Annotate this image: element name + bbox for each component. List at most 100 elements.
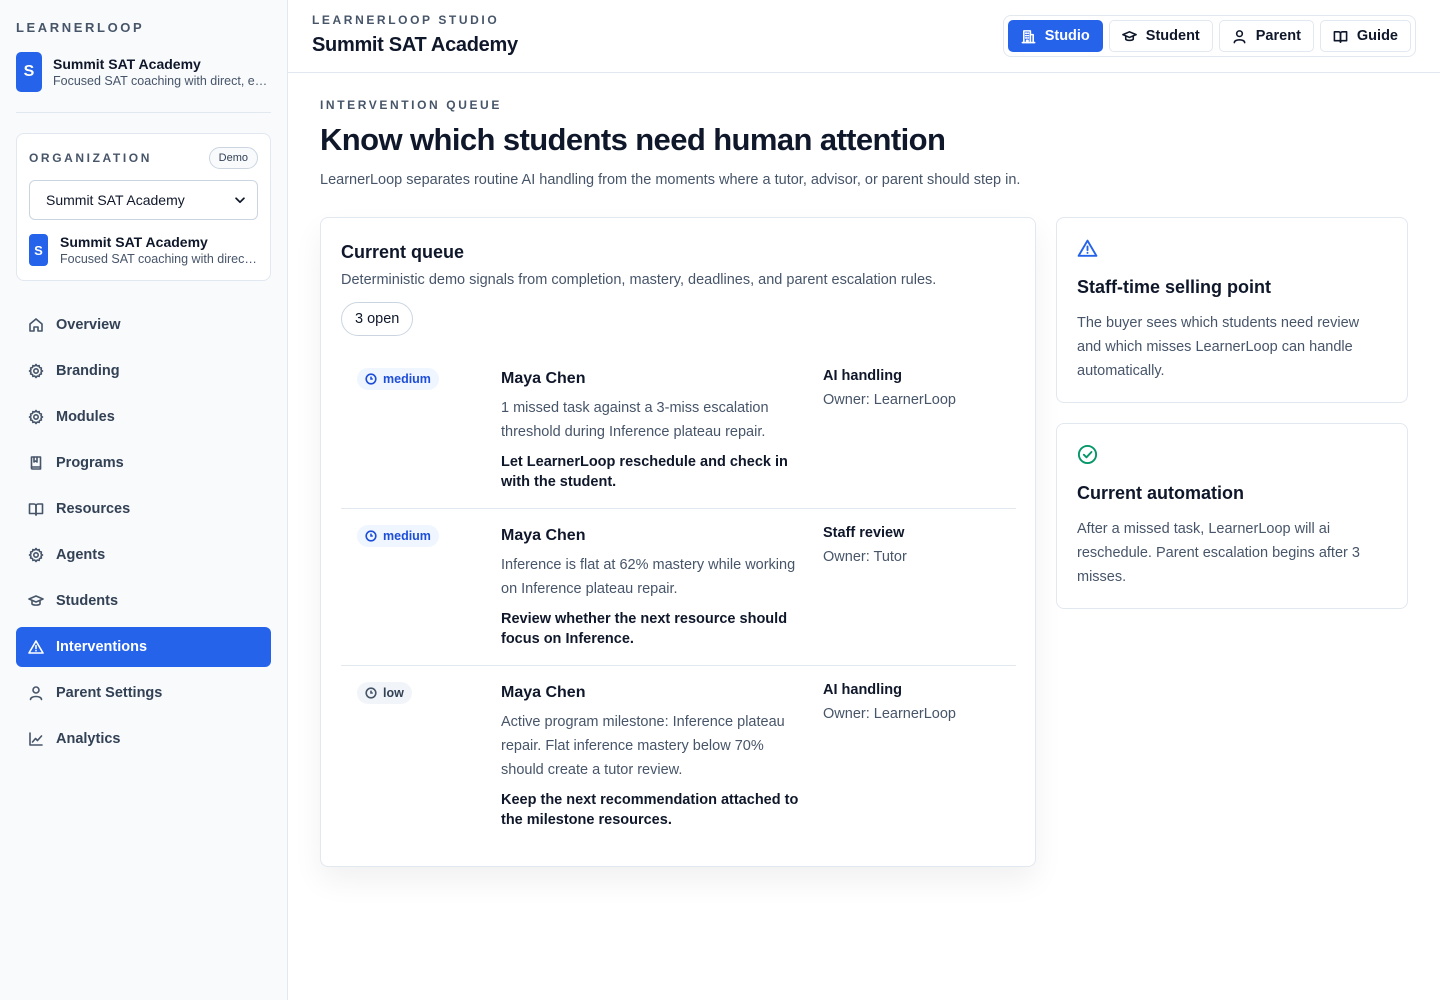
sidebar-item-label: Agents xyxy=(56,547,106,563)
sidebar-item-interventions[interactable]: Interventions xyxy=(16,627,271,667)
header-title: Summit SAT Academy xyxy=(312,34,518,56)
student-name: Maya Chen xyxy=(501,684,586,701)
queue-row: medium Maya Chen Inference is flat at 62… xyxy=(341,509,1016,666)
sidebar-item-agents[interactable]: Agents xyxy=(16,535,271,575)
intervention-reason: 1 missed task against a 3-miss escalatio… xyxy=(501,400,769,440)
recommended-action: Keep the next recommendation attached to… xyxy=(501,792,799,828)
graduation-cap-icon xyxy=(28,595,44,606)
sidebar-item-label: Resources xyxy=(56,501,131,517)
sidebar-item-modules[interactable]: Modules xyxy=(16,397,271,437)
current-automation-card: Current automation After a missed task, … xyxy=(1056,423,1408,609)
book-open-icon xyxy=(1333,30,1348,43)
organization-summary-description: Focused SAT coaching with direc… xyxy=(60,252,257,266)
sidebar-item-label: Interventions xyxy=(56,639,148,655)
book-closed-icon xyxy=(30,456,42,470)
org-avatar-small: S xyxy=(29,234,48,266)
sidebar-item-students[interactable]: Students xyxy=(16,581,271,621)
organization-label: ORGANIZATION xyxy=(29,151,152,165)
open-count-badge: 3 open xyxy=(341,302,414,336)
handling-mode: AI handling xyxy=(823,368,902,384)
graduation-cap-icon xyxy=(1121,30,1137,41)
org-header: S Summit SAT Academy Focused SAT coachin… xyxy=(16,52,272,92)
student-name: Maya Chen xyxy=(501,370,586,387)
side-card-title: Current automation xyxy=(1077,483,1245,503)
severity-badge: low xyxy=(357,682,412,704)
mode-label: Studio xyxy=(1044,28,1090,44)
severity-label: low xyxy=(383,686,404,700)
check-circle-icon xyxy=(1077,444,1098,465)
recommended-action: Let LearnerLoop reschedule and check in … xyxy=(501,454,788,490)
side-card-body: After a missed task, LearnerLoop will ai… xyxy=(1077,521,1360,585)
organization-select-value: Summit SAT Academy xyxy=(46,192,185,208)
page-title: Know which students need human attention xyxy=(320,122,946,157)
sidebar-item-label: Analytics xyxy=(56,731,121,747)
sidebar-item-label: Programs xyxy=(56,455,124,471)
sidebar-item-programs[interactable]: Programs xyxy=(16,443,271,483)
mode-switcher: Studio Student Parent Guide xyxy=(1002,15,1416,57)
owner-label: Owner: Tutor xyxy=(823,549,907,565)
student-name: Maya Chen xyxy=(501,527,586,544)
sidebar-nav: Overview Branding Modules Programs Resou… xyxy=(16,305,271,765)
sidebar-item-parent-settings[interactable]: Parent Settings xyxy=(16,673,271,713)
staff-time-card: Staff-time selling point The buyer sees … xyxy=(1056,217,1408,403)
sidebar-item-branding[interactable]: Branding xyxy=(16,351,271,391)
organization-select[interactable]: Summit SAT Academy xyxy=(29,180,258,220)
recommended-action: Review whether the next resource should … xyxy=(501,611,788,647)
owner-label: Owner: LearnerLoop xyxy=(823,706,956,722)
organization-card: ORGANIZATION Demo Summit SAT Academy S S… xyxy=(16,133,271,281)
section-eyebrow: INTERVENTION QUEUE xyxy=(320,98,502,112)
severity-badge: medium xyxy=(357,525,439,547)
mode-label: Guide xyxy=(1356,28,1398,44)
handling-mode: Staff review xyxy=(823,525,905,541)
clock-icon xyxy=(365,687,377,699)
mode-label: Student xyxy=(1145,28,1200,44)
current-queue-card: Current queue Deterministic demo signals… xyxy=(320,217,1036,867)
organization-summary: S Summit SAT Academy Focused SAT coachin… xyxy=(29,234,258,266)
sidebar-item-label: Overview xyxy=(56,317,121,333)
side-card-body: The buyer sees which students need revie… xyxy=(1077,315,1360,379)
mode-student-button[interactable]: Student xyxy=(1108,20,1213,52)
warning-triangle-icon xyxy=(1077,239,1098,257)
building-icon xyxy=(1021,29,1036,43)
sidebar: LEARNERLOOP S Summit SAT Academy Focused… xyxy=(0,0,288,1000)
queue-row: medium Maya Chen 1 missed task against a… xyxy=(341,358,1016,509)
severity-label: medium xyxy=(383,529,431,543)
mode-guide-button[interactable]: Guide xyxy=(1319,20,1411,52)
org-name: Summit SAT Academy xyxy=(53,56,201,72)
owner-label: Owner: LearnerLoop xyxy=(823,392,956,408)
demo-badge: Demo xyxy=(208,147,258,169)
user-icon xyxy=(29,686,43,701)
sidebar-item-label: Students xyxy=(56,593,119,609)
sidebar-item-label: Parent Settings xyxy=(56,685,163,701)
page-subtitle: LearnerLoop separates routine AI handlin… xyxy=(320,172,1021,188)
mode-parent-button[interactable]: Parent xyxy=(1218,20,1314,52)
queue-title: Current queue xyxy=(341,242,465,262)
severity-label: medium xyxy=(383,372,431,386)
sidebar-item-resources[interactable]: Resources xyxy=(16,489,271,529)
intervention-reason: Inference is flat at 62% mastery while w… xyxy=(501,557,796,597)
sidebar-item-overview[interactable]: Overview xyxy=(16,305,271,345)
studio-eyebrow: LEARNERLOOP STUDIO xyxy=(312,13,500,27)
mode-studio-button[interactable]: Studio xyxy=(1007,20,1103,52)
line-chart-icon xyxy=(29,732,43,746)
top-bar: LEARNERLOOP STUDIO Summit SAT Academy St… xyxy=(288,0,1440,73)
sidebar-item-label: Modules xyxy=(56,409,115,425)
clock-icon xyxy=(365,373,377,385)
org-avatar: S xyxy=(16,52,42,92)
gear-icon xyxy=(28,547,44,563)
org-header-text: Summit SAT Academy Focused SAT coaching … xyxy=(53,56,269,88)
user-icon xyxy=(1233,29,1246,43)
gear-icon xyxy=(28,363,44,379)
handling-mode: AI handling xyxy=(823,682,902,698)
organization-summary-name: Summit SAT Academy xyxy=(60,234,208,250)
side-card-title: Staff-time selling point xyxy=(1077,277,1272,297)
org-description: Focused SAT coaching with direct, e… xyxy=(53,74,268,88)
queue-subtitle: Deterministic demo signals from completi… xyxy=(341,272,937,288)
clock-icon xyxy=(365,530,377,542)
queue-row: low Maya Chen Active program milestone: … xyxy=(341,666,1016,846)
book-open-icon xyxy=(28,503,44,516)
sidebar-item-label: Branding xyxy=(56,363,120,379)
chevron-down-icon xyxy=(235,197,245,204)
brand-wordmark: LEARNERLOOP xyxy=(16,20,145,35)
sidebar-item-analytics[interactable]: Analytics xyxy=(16,719,271,759)
